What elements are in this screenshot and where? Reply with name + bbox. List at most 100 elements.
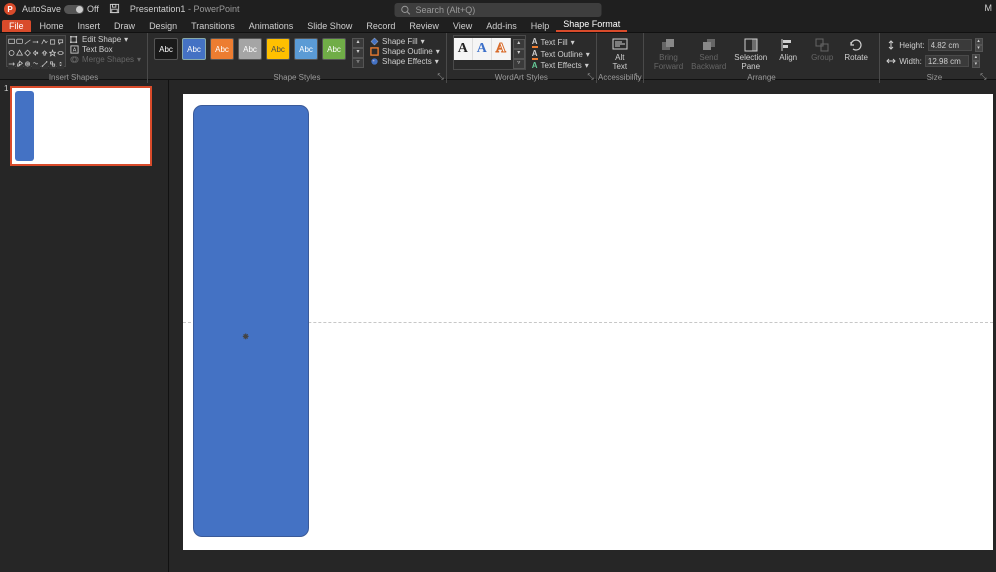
text-outline-icon: A — [532, 49, 538, 60]
textbox-icon: A — [70, 45, 79, 54]
shape-styles-gallery[interactable]: Abc Abc Abc Abc Abc Abc Abc ▴▾▿ — [154, 35, 364, 68]
save-icon[interactable] — [109, 3, 120, 16]
style-swatch[interactable]: Abc — [266, 38, 290, 60]
style-swatch[interactable]: Abc — [294, 38, 318, 60]
selection-pane-button[interactable]: SelectionPane — [730, 35, 771, 73]
style-swatch[interactable]: Abc — [322, 38, 346, 60]
text-effects-button[interactable]: AText Effects▾ — [532, 61, 590, 70]
group-label: Insert Shapes — [0, 73, 147, 82]
selection-pane-icon — [743, 37, 759, 53]
chevron-down-icon: ▾ — [137, 55, 141, 64]
rotate-button[interactable]: Rotate — [839, 35, 873, 73]
tab-view[interactable]: View — [446, 20, 479, 32]
width-label: Width: — [899, 57, 922, 66]
search-input[interactable]: Search (Alt+Q) — [395, 3, 602, 17]
merge-icon — [70, 55, 79, 64]
wordart-swatch[interactable]: A — [454, 38, 473, 60]
alt-text-icon — [612, 37, 628, 53]
gallery-scroll[interactable]: ▴▾▿ — [513, 38, 525, 69]
tab-home[interactable]: Home — [33, 20, 71, 32]
slide-thumbnail[interactable]: 1 — [6, 86, 162, 166]
chevron-down-icon: ▾ — [586, 50, 590, 59]
thumbnail-panel[interactable]: 1 — [0, 80, 169, 572]
height-icon — [886, 40, 896, 50]
autosave-toggle[interactable]: AutoSave Off — [22, 4, 99, 14]
chevron-down-icon: ▾ — [435, 57, 439, 66]
search-icon — [401, 5, 411, 15]
chevron-down-icon: ▾ — [436, 47, 440, 56]
wordart-swatch[interactable]: A — [473, 38, 492, 60]
width-spinner[interactable]: ▴▾ — [972, 54, 980, 68]
chevron-down-icon: ▾ — [421, 37, 425, 46]
tab-file[interactable]: File — [2, 20, 31, 32]
style-swatch[interactable]: Abc — [238, 38, 262, 60]
doc-name: Presentation1 — [130, 4, 186, 14]
width-input[interactable] — [925, 55, 969, 67]
shape-outline-button[interactable]: Shape Outline▾ — [370, 47, 440, 56]
outline-icon — [370, 47, 379, 56]
height-input[interactable] — [928, 39, 972, 51]
search-placeholder: Search (Alt+Q) — [416, 5, 476, 15]
thumbnail-shape — [15, 91, 34, 161]
style-swatch[interactable]: Abc — [182, 38, 206, 60]
bring-forward-button[interactable]: BringForward — [650, 35, 687, 73]
tab-design[interactable]: Design — [142, 20, 184, 32]
text-fill-button[interactable]: AText Fill▾ — [532, 37, 590, 48]
tab-transitions[interactable]: Transitions — [184, 20, 242, 32]
group-icon — [814, 37, 830, 53]
style-swatch[interactable]: Abc — [210, 38, 234, 60]
tab-addins[interactable]: Add-ins — [479, 20, 524, 32]
app-name: PowerPoint — [193, 4, 239, 14]
shape-effects-button[interactable]: Shape Effects▾ — [370, 57, 440, 66]
shapes-gallery[interactable] — [6, 35, 66, 67]
wordart-gallery[interactable]: A A A ▴▾▿ — [453, 35, 526, 70]
tab-record[interactable]: Record — [359, 20, 402, 32]
text-box-button[interactable]: AText Box — [70, 45, 141, 54]
width-icon — [886, 56, 896, 66]
tab-shape-format[interactable]: Shape Format — [556, 18, 627, 32]
shape-fill-button[interactable]: Shape Fill▾ — [370, 37, 440, 46]
chevron-down-icon: ▾ — [571, 38, 575, 47]
wordart-swatch[interactable]: A — [492, 38, 511, 60]
powerpoint-icon: P — [4, 3, 16, 15]
tab-insert[interactable]: Insert — [71, 20, 108, 32]
text-fill-icon: A — [532, 37, 538, 48]
group-button[interactable]: Group — [805, 35, 839, 73]
gallery-scroll[interactable]: ▴▾▿ — [352, 38, 364, 68]
bring-forward-icon — [660, 37, 676, 53]
group-shape-styles: Abc Abc Abc Abc Abc Abc Abc ▴▾▿ Shape Fi… — [148, 33, 447, 83]
tab-help[interactable]: Help — [524, 20, 557, 32]
merge-shapes-button[interactable]: Merge Shapes▾ — [70, 55, 141, 64]
chevron-down-icon: ▾ — [124, 35, 128, 44]
style-swatch[interactable]: Abc — [154, 38, 178, 60]
align-button[interactable]: Align — [771, 35, 805, 73]
fill-icon — [370, 37, 379, 46]
autosave-state: Off — [87, 4, 99, 14]
edit-shape-button[interactable]: Edit Shape▾ — [70, 35, 141, 44]
user-name[interactable]: M — [985, 3, 993, 13]
titlebar: P AutoSave Off Presentation1 - PowerPoin… — [0, 0, 996, 18]
ribbon-tabs: File Home Insert Draw Design Transitions… — [0, 18, 996, 32]
slide[interactable]: ⁕ — [183, 94, 993, 550]
tab-slide-show[interactable]: Slide Show — [300, 20, 359, 32]
edit-shape-icon — [70, 35, 79, 44]
alt-text-button[interactable]: Alt Text — [603, 35, 637, 73]
group-size: Height: ▴▾ Width: ▴▾ Size ⤡ — [880, 33, 988, 83]
slide-canvas[interactable]: ⁕ — [169, 80, 996, 572]
group-arrange: BringForward SendBackward SelectionPane … — [644, 33, 880, 83]
tab-animations[interactable]: Animations — [242, 20, 301, 32]
tab-draw[interactable]: Draw — [107, 20, 142, 32]
text-outline-button[interactable]: AText Outline▾ — [532, 49, 590, 60]
send-backward-button[interactable]: SendBackward — [687, 35, 730, 73]
height-spinner[interactable]: ▴▾ — [975, 38, 983, 52]
effects-icon — [370, 57, 379, 66]
group-insert-shapes: Edit Shape▾ AText Box Merge Shapes▾ Inse… — [0, 33, 148, 83]
align-icon — [780, 37, 796, 53]
text-cursor-icon: ⁕ — [242, 332, 250, 343]
text-effects-icon: A — [532, 61, 538, 70]
workspace: 1 ⁕ — [0, 80, 996, 572]
rounded-rectangle-shape[interactable]: ⁕ — [193, 105, 309, 537]
toggle-icon — [64, 5, 84, 14]
document-title: Presentation1 - PowerPoint — [130, 4, 240, 14]
tab-review[interactable]: Review — [402, 20, 446, 32]
